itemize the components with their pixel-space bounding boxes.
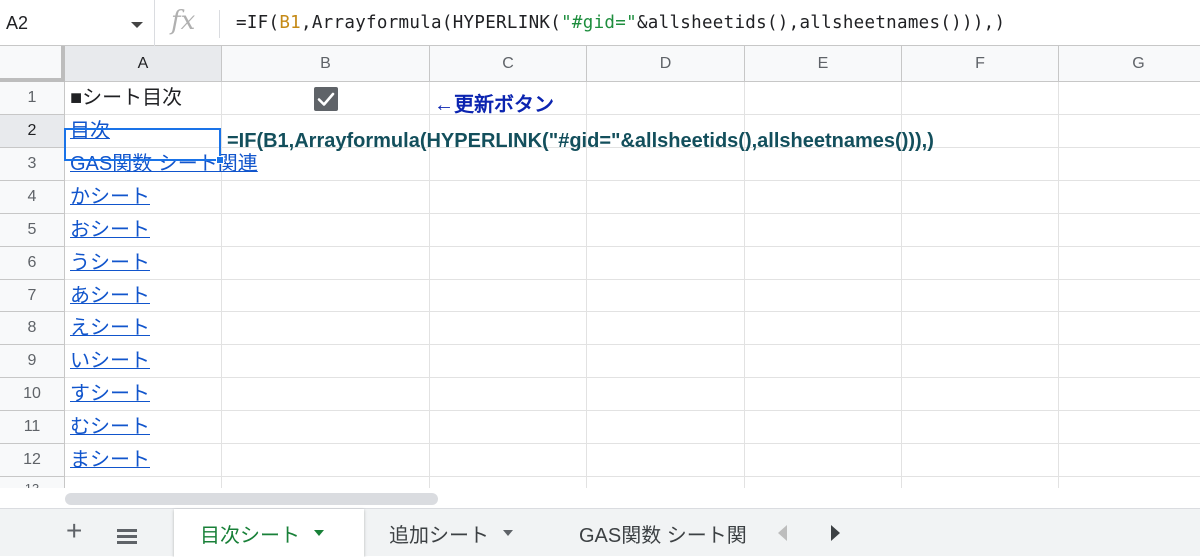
formula-input[interactable]: =IF(B1,Arrayformula(HYPERLINK("#gid="&al… xyxy=(236,13,1005,33)
horizontal-scrollbar[interactable] xyxy=(65,493,438,505)
gridline xyxy=(65,246,1200,247)
column-header-f[interactable]: F xyxy=(902,46,1059,82)
row-header-3[interactable]: 3 xyxy=(0,148,65,181)
cell-b1-update-checkbox[interactable] xyxy=(314,87,338,111)
name-box[interactable]: A2 xyxy=(0,0,155,46)
cell-c1-update-button-note[interactable]: ←更新ボタン xyxy=(434,88,554,117)
cell-a12-sheet-link[interactable]: まシート xyxy=(70,444,150,477)
cell-b2-formula-text[interactable]: =IF(B1,Arrayformula(HYPERLINK("#gid="&al… xyxy=(227,130,934,153)
gridline xyxy=(65,279,1200,280)
divider xyxy=(219,10,220,38)
gridline xyxy=(65,114,1200,115)
row-header-7[interactable]: 7 xyxy=(0,280,65,312)
cell-a10-sheet-link[interactable]: すシート xyxy=(70,378,150,411)
gridline xyxy=(65,311,1200,312)
sheet-tab-added[interactable]: 追加シート xyxy=(364,509,554,557)
sheet-tab-bar: + 目次シート 追加シート GAS関数 シート関 xyxy=(0,508,1200,557)
chevron-down-icon[interactable] xyxy=(131,22,143,28)
formula-part: ,Arrayformula(HYPERLINK( xyxy=(301,13,562,33)
fx-icon: fx xyxy=(171,6,196,36)
sheet-tab-label: 追加シート xyxy=(389,524,489,547)
sheet-tab-gas[interactable]: GAS関数 シート関 xyxy=(554,509,760,557)
scroll-tabs-right-icon[interactable] xyxy=(831,525,840,541)
cell-a1-sheet-index-title[interactable]: ■シート目次 xyxy=(70,82,182,115)
formula-cell-ref: B1 xyxy=(279,13,302,33)
column-header-a[interactable]: A xyxy=(65,46,222,82)
column-header-b[interactable]: B xyxy=(222,46,430,82)
cell-a6-sheet-link[interactable]: うシート xyxy=(70,247,150,280)
row-header-2[interactable]: 2 xyxy=(0,115,65,148)
gridline xyxy=(221,82,222,488)
row-header-6[interactable]: 6 xyxy=(0,247,65,280)
cell-a8-sheet-link[interactable]: えシート xyxy=(70,312,150,345)
cell-a7-sheet-link[interactable]: あシート xyxy=(70,280,150,313)
cell-a9-sheet-link[interactable]: いシート xyxy=(70,345,150,378)
chevron-down-icon[interactable] xyxy=(314,530,324,536)
row-header-9[interactable]: 9 xyxy=(0,345,65,378)
row-header-12[interactable]: 12 xyxy=(0,444,65,477)
cell-a11-sheet-link[interactable]: むシート xyxy=(70,411,150,444)
sheet-tab-index[interactable]: 目次シート xyxy=(174,509,364,557)
row-header-8[interactable]: 8 xyxy=(0,312,65,345)
all-sheets-menu-icon[interactable] xyxy=(117,529,137,547)
row-header-1[interactable]: 1 xyxy=(0,82,65,115)
chevron-down-icon[interactable] xyxy=(503,530,513,536)
column-header-c[interactable]: C xyxy=(430,46,587,82)
name-box-value: A2 xyxy=(6,13,29,33)
spreadsheet-grid[interactable]: A B C D E F G 1 2 3 4 5 6 7 8 9 10 11 12… xyxy=(0,46,1200,488)
row-header-11[interactable]: 11 xyxy=(0,411,65,444)
row-header-13[interactable]: 13 xyxy=(0,477,65,488)
row-header-4[interactable]: 4 xyxy=(0,181,65,214)
gridline xyxy=(65,377,1200,378)
row-header-5[interactable]: 5 xyxy=(0,214,65,247)
cell-a4-sheet-link[interactable]: かシート xyxy=(70,181,150,214)
gridline xyxy=(65,476,1200,477)
gridline xyxy=(65,213,1200,214)
select-all-corner[interactable] xyxy=(0,46,65,82)
add-sheet-button[interactable]: + xyxy=(66,517,82,545)
formula-part: &allsheetids(),allsheetnames())),) xyxy=(636,13,1006,33)
gridline xyxy=(65,410,1200,411)
scroll-tabs-left-icon[interactable] xyxy=(778,525,787,541)
column-header-d[interactable]: D xyxy=(587,46,745,82)
sheet-tab-label: 目次シート xyxy=(200,524,300,547)
formula-part: =IF( xyxy=(236,13,280,33)
formula-string-literal: "#gid=" xyxy=(561,13,637,33)
cell-a5-sheet-link[interactable]: おシート xyxy=(70,214,150,247)
column-header-e[interactable]: E xyxy=(745,46,902,82)
checkmark-icon xyxy=(317,92,335,106)
gridline xyxy=(1058,82,1059,488)
active-cell-selection xyxy=(64,128,221,161)
gridline xyxy=(65,443,1200,444)
row-header-10[interactable]: 10 xyxy=(0,378,65,411)
column-header-g[interactable]: G xyxy=(1059,46,1200,82)
formula-bar: A2 fx =IF(B1,Arrayformula(HYPERLINK("#gi… xyxy=(0,0,1200,46)
gridline xyxy=(65,344,1200,345)
sheet-tab-label: GAS関数 シート関 xyxy=(579,524,747,547)
fill-handle[interactable] xyxy=(216,156,224,164)
